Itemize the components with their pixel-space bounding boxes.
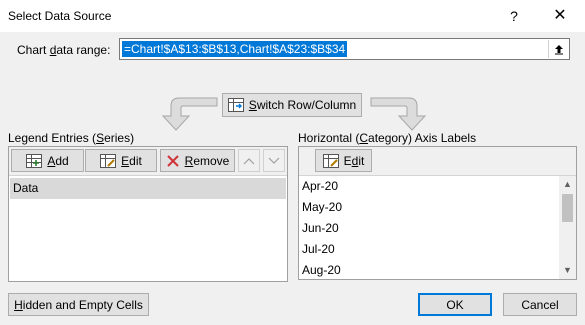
- move-up-button[interactable]: [238, 149, 260, 172]
- edit-axis-labels-button[interactable]: Edit: [315, 149, 372, 172]
- add-table-icon: [26, 153, 43, 168]
- remove-series-button[interactable]: Remove: [160, 149, 235, 172]
- edit-axis-labels-label: Edit: [343, 153, 365, 168]
- axis-labels-scrollbar[interactable]: ▲ ▼: [559, 176, 576, 279]
- cancel-label: Cancel: [521, 297, 559, 312]
- legend-toolbar: Add Edit Remove: [9, 147, 287, 176]
- hidden-empty-cells-button[interactable]: Hidden and Empty Cells: [8, 293, 149, 316]
- help-button[interactable]: ?: [492, 0, 536, 32]
- scroll-down-icon[interactable]: ▼: [559, 262, 576, 279]
- axis-labels-panel: Edit Apr-20 May-20 Jun-20 Jul-20 Aug-20 …: [298, 146, 577, 280]
- remove-series-label: Remove: [184, 153, 230, 168]
- hidden-empty-cells-label: Hidden and Empty Cells: [14, 297, 143, 312]
- chart-data-range-input[interactable]: =Chart!$A$13:$B$13,Chart!$A$23:$B$34: [119, 38, 570, 60]
- switch-row-column-label: Switch Row/Column: [248, 98, 357, 112]
- axis-label-item[interactable]: Aug-20: [302, 260, 341, 280]
- scroll-thumb[interactable]: [562, 194, 573, 222]
- legend-entries-panel: Add Edit Remove Data: [8, 146, 288, 282]
- chevron-up-icon: [243, 157, 255, 164]
- swap-left-arrow-icon: [161, 97, 218, 131]
- edit-series-button[interactable]: Edit: [85, 149, 157, 172]
- swap-right-arrow-icon: [370, 97, 427, 131]
- remove-x-icon: [166, 154, 179, 167]
- chart-data-range-label: Chart data range:: [17, 43, 111, 57]
- edit-table-icon: [100, 153, 117, 168]
- add-series-label: Add: [47, 153, 69, 168]
- scroll-up-icon[interactable]: ▲: [559, 176, 576, 193]
- axis-toolbar: Edit: [299, 147, 576, 176]
- cancel-button[interactable]: Cancel: [503, 293, 577, 316]
- switch-row-column-button[interactable]: Switch Row/Column: [222, 93, 362, 117]
- title-bar: Select Data Source ? ✕: [0, 0, 585, 32]
- switch-row-column-icon: [227, 98, 244, 112]
- axis-label-item[interactable]: Apr-20: [302, 176, 338, 196]
- axis-label-item[interactable]: Jun-20: [302, 218, 339, 238]
- legend-entries-label: Legend Entries (Series): [8, 131, 135, 145]
- collapse-up-arrow-icon: [554, 45, 563, 55]
- series-list-item[interactable]: Data: [10, 178, 286, 199]
- collapse-dialog-button[interactable]: [548, 40, 568, 58]
- edit-series-label: Edit: [121, 153, 142, 168]
- ok-button[interactable]: OK: [418, 293, 492, 316]
- dialog-title: Select Data Source: [8, 9, 112, 23]
- axis-label-item[interactable]: Jul-20: [302, 239, 335, 259]
- chevron-down-icon: [268, 157, 280, 164]
- ok-label: OK: [446, 297, 464, 312]
- axis-label-item[interactable]: May-20: [302, 197, 342, 217]
- chart-data-range-value[interactable]: =Chart!$A$13:$B$13,Chart!$A$23:$B$34: [122, 41, 348, 57]
- edit-table-icon: [322, 153, 339, 168]
- move-down-button[interactable]: [263, 149, 285, 172]
- close-button[interactable]: ✕: [538, 0, 582, 32]
- add-series-button[interactable]: Add: [11, 149, 84, 172]
- axis-labels-label: Horizontal (Category) Axis Labels: [298, 131, 477, 145]
